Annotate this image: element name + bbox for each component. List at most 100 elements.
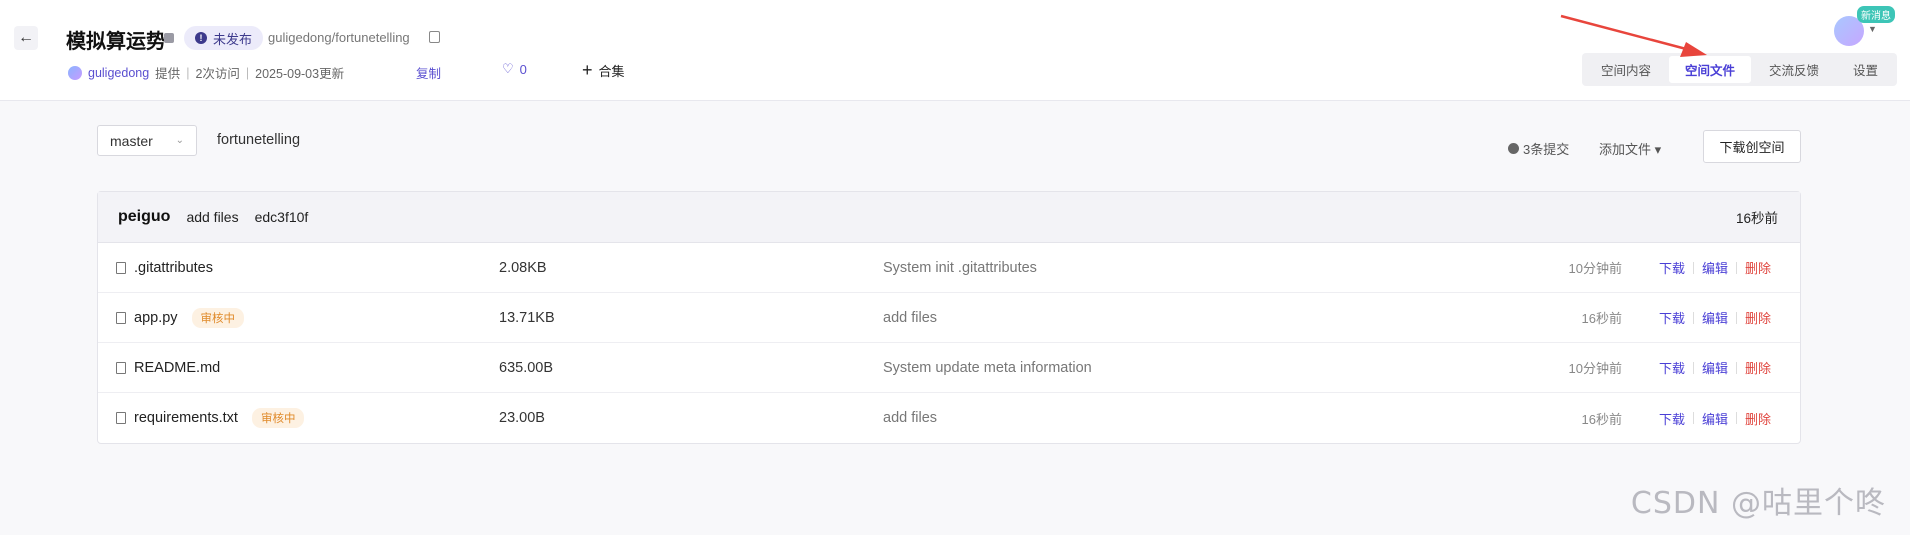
meta-info: guligedong 提供 | 2次访问 | 2025-09-03更新 [68, 63, 344, 82]
file-name: app.py [134, 309, 178, 326]
watermark: CSDN @咕里个咚 [1630, 486, 1886, 521]
file-size: 23.00B [499, 410, 545, 426]
copy-button[interactable]: 复制 [416, 63, 441, 82]
row-actions: 下载 编辑 删除 [1659, 308, 1771, 327]
lock-icon [164, 33, 174, 43]
table-row: .gitattributes 2.08KB System init .gitat… [98, 243, 1800, 293]
file-commit-message: add files [883, 410, 938, 426]
file-size: 2.08KB [499, 259, 547, 276]
tab-settings[interactable]: 设置 [1837, 56, 1894, 83]
tab-space-content[interactable]: 空间内容 [1585, 56, 1667, 83]
file-icon [116, 412, 126, 424]
divider [1692, 261, 1694, 274]
file-commit-message: System update meta information [883, 359, 1092, 376]
new-message-badge: 新消息 [1857, 6, 1895, 23]
updated-date: 2025-09-03更新 [255, 67, 345, 81]
tab-feedback[interactable]: 交流反馈 [1753, 56, 1835, 83]
file-time: 10分钟前 [1568, 261, 1622, 276]
delete-link[interactable]: 删除 [1745, 258, 1771, 277]
divider [1735, 311, 1737, 324]
edit-link[interactable]: 编辑 [1702, 409, 1728, 428]
branch-label: master [110, 132, 153, 149]
commit-count: 3条提交 [1523, 142, 1570, 157]
divider [1735, 261, 1737, 274]
branch-select[interactable]: master ⌄ [97, 125, 197, 156]
file-name-cell[interactable]: .gitattributes [116, 260, 213, 276]
divider [1692, 412, 1694, 424]
back-button[interactable]: ← [14, 26, 38, 50]
tab-space-files[interactable]: 空间文件 [1669, 56, 1752, 83]
download-link[interactable]: 下载 [1659, 409, 1685, 428]
file-icon [116, 361, 126, 374]
file-size: 635.00B [499, 359, 554, 376]
file-commit-message: System init .gitattributes [883, 259, 1037, 276]
collection-label: 合集 [598, 64, 625, 79]
chevron-down-icon[interactable]: ▼ [1868, 24, 1877, 34]
file-name: README.md [134, 359, 221, 376]
info-icon: ! [195, 32, 207, 44]
repo-name: fortunetelling [217, 132, 301, 148]
table-row: app.py 审核中 13.71KB add files 16秒前 下载 编辑 … [98, 293, 1800, 343]
file-name: requirements.txt [134, 410, 238, 426]
latest-commit-bar: peiguo add files edc3f10f 16秒前 [98, 192, 1800, 243]
repo-path: guligedong/fortunetelling [268, 30, 410, 45]
file-name-cell[interactable]: requirements.txt 审核中 [116, 408, 305, 428]
divider [1692, 361, 1694, 374]
download-link[interactable]: 下载 [1659, 358, 1685, 377]
commit-message: add files [186, 209, 239, 225]
edit-link[interactable]: 编辑 [1702, 358, 1728, 377]
review-status-badge: 审核中 [191, 307, 245, 328]
file-time: 16秒前 [1581, 411, 1622, 427]
chevron-down-icon: ⌄ [175, 135, 184, 146]
status-badge: ! 未发布 [184, 26, 264, 50]
page-title: 模拟算运势 [66, 31, 166, 53]
download-link[interactable]: 下载 [1659, 258, 1685, 277]
add-collection-button[interactable]: + 合集 [582, 60, 625, 81]
delete-link[interactable]: 删除 [1745, 308, 1771, 327]
download-link[interactable]: 下载 [1659, 308, 1685, 327]
provided-label: 提供 [155, 67, 181, 81]
commit-count-link[interactable]: 3条提交 [1508, 139, 1569, 158]
owner-link[interactable]: guligedong [88, 66, 149, 80]
heart-icon: ♡ [502, 61, 514, 76]
divider [1735, 361, 1737, 374]
clock-icon [1508, 143, 1519, 154]
file-icon [116, 311, 126, 324]
commit-hash[interactable]: edc3f10f [255, 209, 309, 225]
row-actions: 下载 编辑 删除 [1659, 258, 1771, 277]
avatar [68, 65, 82, 80]
table-row: README.md 635.00B System update meta inf… [98, 343, 1800, 393]
visit-count: 2次访问 [195, 67, 240, 81]
status-label: 未发布 [213, 31, 253, 47]
commit-time: 16秒前 [1735, 211, 1778, 226]
review-status-badge: 审核中 [251, 408, 305, 428]
table-row: requirements.txt 审核中 23.00B add files 16… [98, 393, 1800, 443]
file-time: 10分钟前 [1568, 361, 1622, 376]
copy-icon[interactable] [429, 31, 440, 43]
file-size: 13.71KB [499, 309, 555, 326]
plus-icon: + [582, 60, 593, 80]
delete-link[interactable]: 删除 [1745, 358, 1771, 377]
arrow-left-icon: ← [18, 29, 34, 46]
file-icon [116, 261, 126, 274]
file-time: 16秒前 [1581, 311, 1622, 326]
commit-author[interactable]: peiguo [118, 208, 170, 226]
add-file-dropdown[interactable]: 添加文件 ▾ [1599, 139, 1661, 158]
file-name-cell[interactable]: README.md [116, 360, 220, 376]
edit-link[interactable]: 编辑 [1702, 308, 1728, 327]
file-table: peiguo add files edc3f10f 16秒前 .gitattri… [97, 191, 1801, 444]
row-actions: 下载 编辑 删除 [1659, 358, 1771, 377]
file-name-cell[interactable]: app.py 审核中 [116, 307, 245, 328]
edit-link[interactable]: 编辑 [1702, 258, 1728, 277]
download-space-button[interactable]: 下载创空间 [1703, 130, 1801, 163]
like-button[interactable]: ♡ 0 [502, 61, 527, 77]
delete-link[interactable]: 删除 [1745, 409, 1771, 428]
space-tabs: 空间内容 空间文件 交流反馈 设置 [1582, 53, 1898, 86]
like-count: 0 [519, 61, 527, 77]
row-actions: 下载 编辑 删除 [1659, 409, 1771, 428]
top-header: ← 模拟算运势 ! 未发布 guligedong/fortunetelling … [0, 0, 1910, 101]
divider [1692, 311, 1694, 324]
file-commit-message: add files [883, 309, 938, 326]
divider [1735, 412, 1737, 424]
divider: | [186, 65, 190, 80]
